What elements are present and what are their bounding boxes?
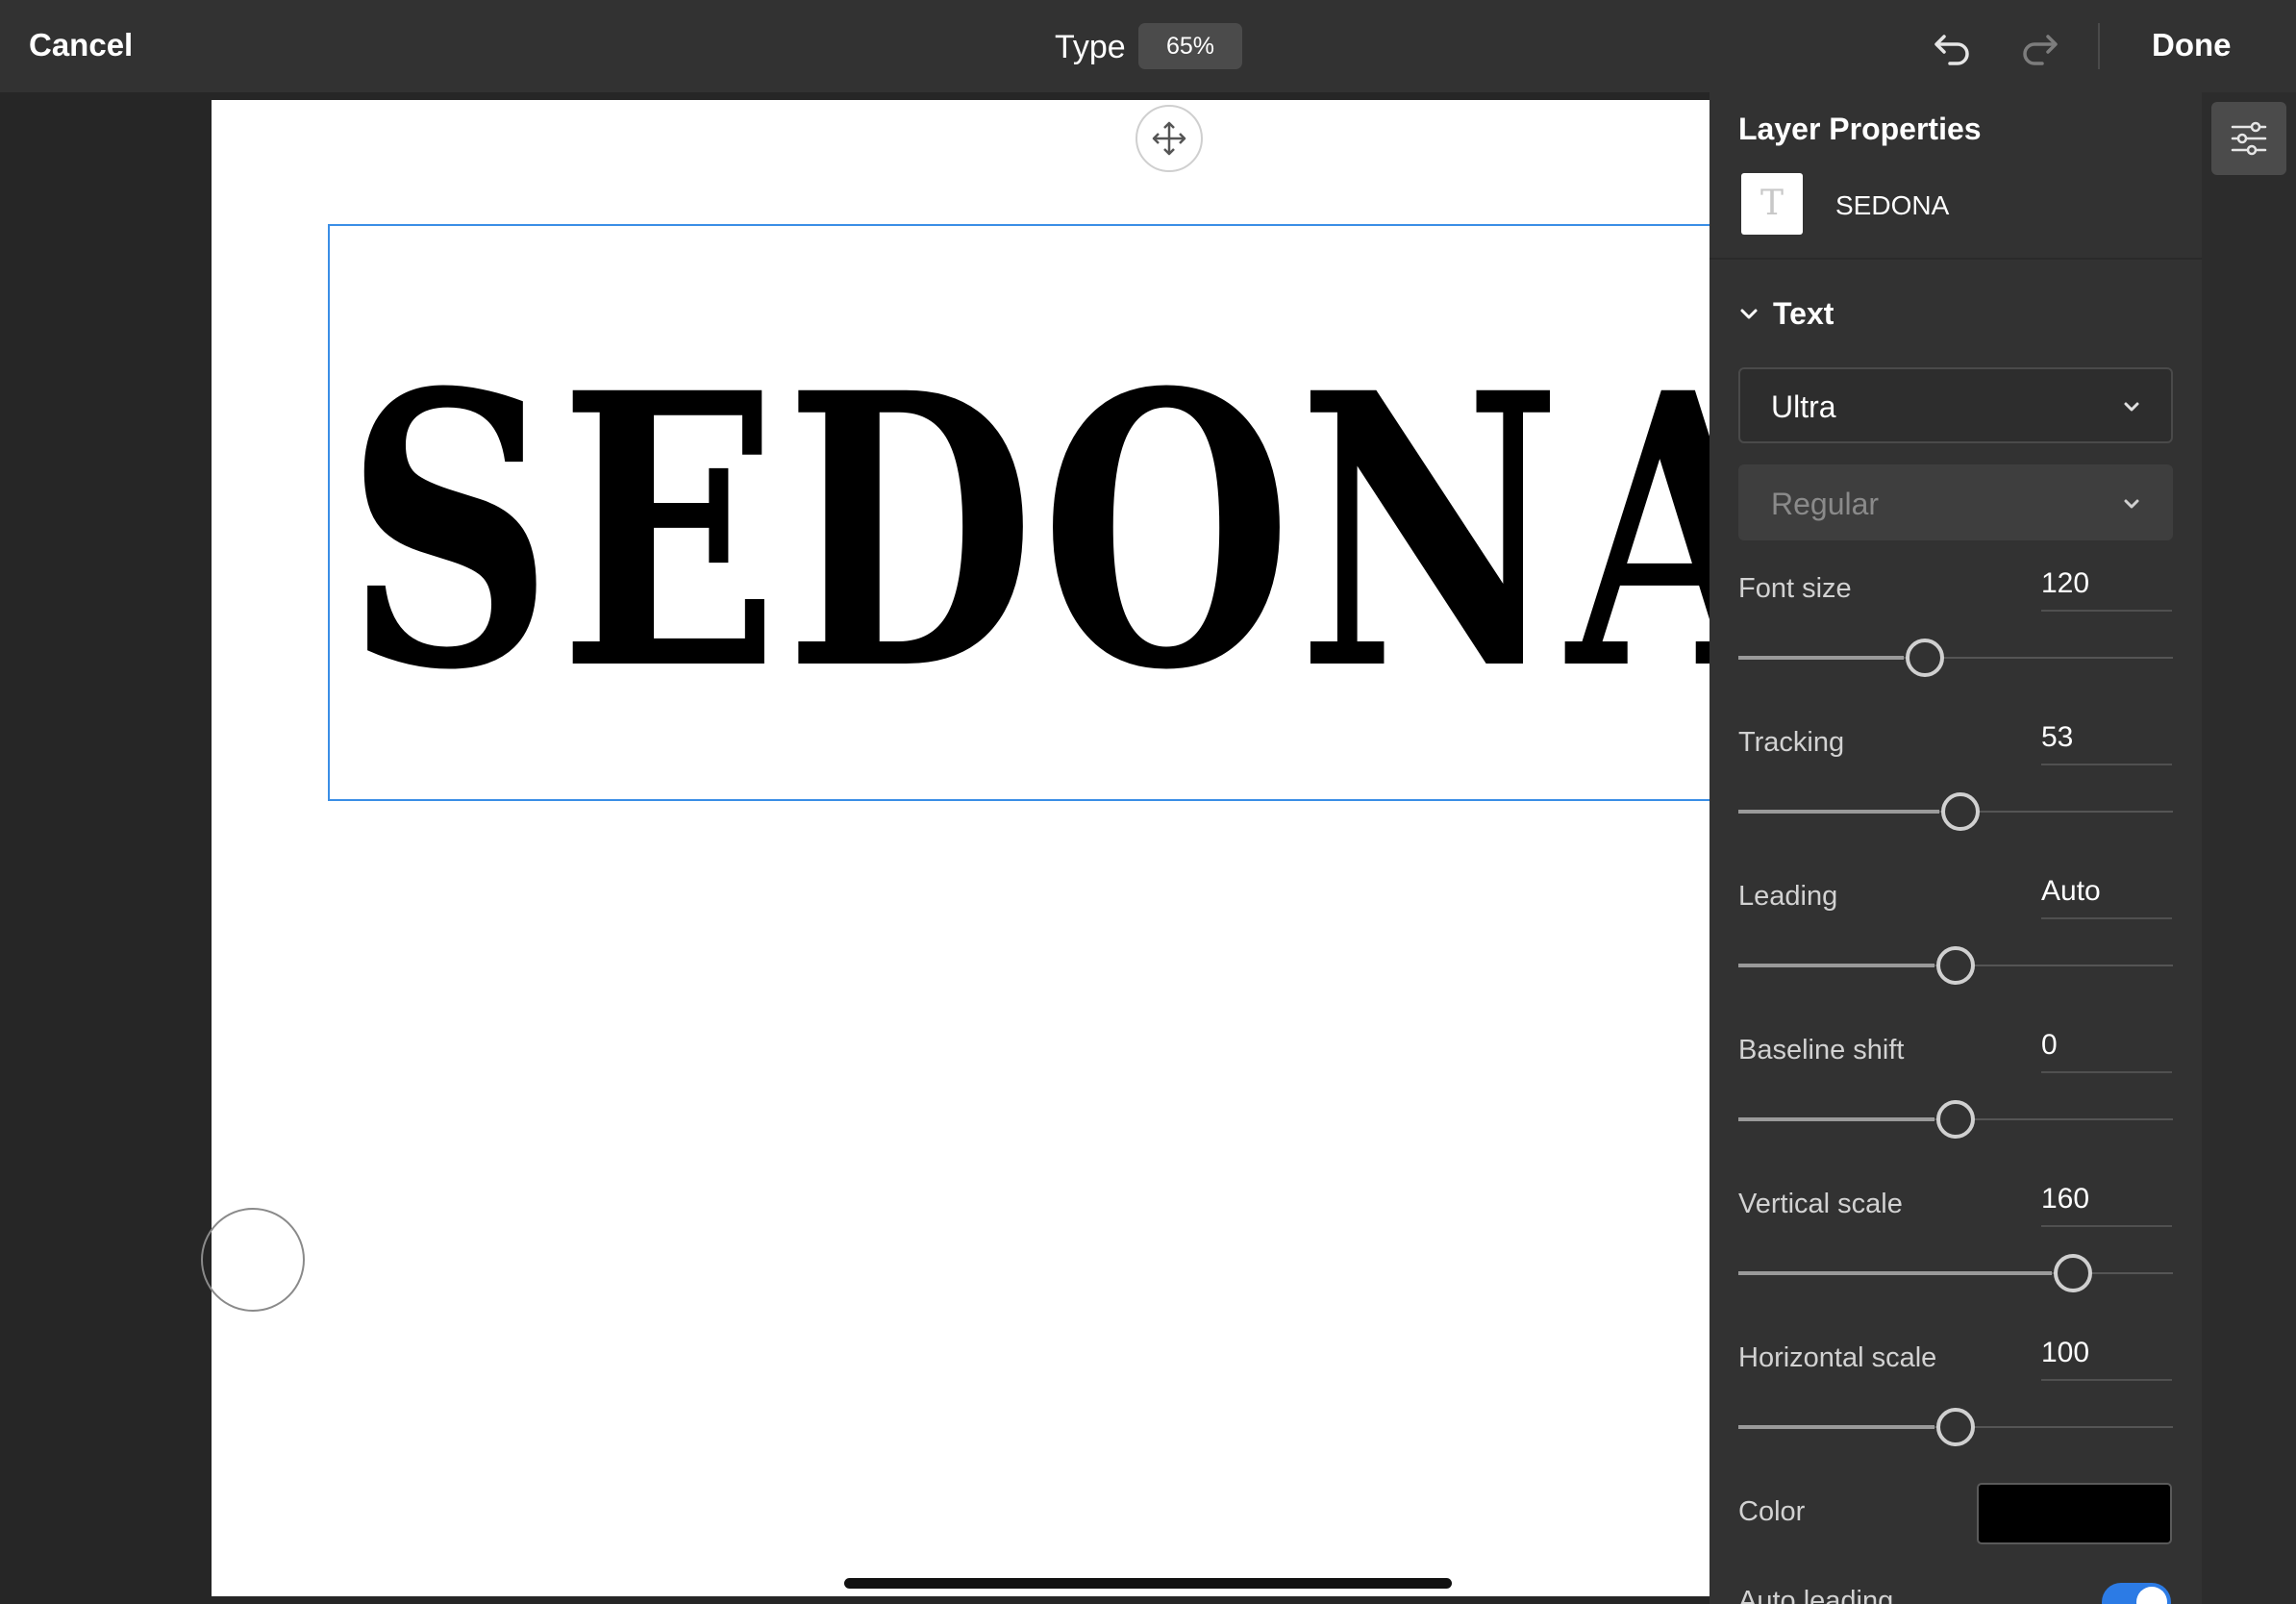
toggle-knob [2136,1587,2167,1604]
mode-title: Type [1055,29,1126,65]
slider-fill [1738,1425,1934,1429]
baseline-shift-field[interactable]: 0 [2041,1029,2172,1073]
layer-properties-panel: Layer Properties T SEDONA Text Ultra Reg… [1710,92,2202,1604]
chevron-down-icon [2124,402,2139,412]
chevron-down-icon [2124,499,2139,509]
cancel-button[interactable]: Cancel [29,27,133,63]
toolbar-divider [2098,23,2100,69]
slider-thumb[interactable] [1936,1408,1975,1446]
adjustments-icon [2231,121,2267,156]
leading-slider[interactable] [1738,946,2173,985]
move-icon [1152,121,1186,156]
home-indicator [844,1578,1452,1589]
vertical-scale-label: Vertical scale [1738,1189,1903,1219]
font-family-value: Ultra [1771,389,1836,424]
done-button[interactable]: Done [2152,27,2232,63]
text-layer-content: SEDONA [345,313,1710,753]
text-section-header[interactable]: Text [1773,296,1834,332]
layer-name: SEDONA [1835,190,1950,220]
vertical-scale-control: Vertical scale 160 [1710,1183,2202,1342]
text-layer[interactable]: SEDONA [330,226,1710,801]
font-family-dropdown[interactable]: Ultra [1738,367,2173,443]
chevron-down-icon[interactable] [1738,304,1759,325]
panel-divider [1710,258,2202,260]
text-layer-icon: T [1759,184,1784,223]
right-tool-strip [2202,92,2296,1604]
slider-thumb[interactable] [1906,639,1944,677]
tracking-label: Tracking [1738,727,1845,758]
auto-leading-label: Auto leading [1738,1586,1894,1604]
font-size-field[interactable]: 120 [2041,567,2172,612]
font-style-dropdown[interactable]: Regular [1738,464,2173,540]
horizontal-scale-field[interactable]: 100 [2041,1337,2172,1381]
move-handle[interactable] [1136,105,1203,172]
color-label: Color [1738,1496,1806,1527]
text-layer-bounding-box[interactable]: SEDONA [328,224,1710,801]
baseline-shift-label: Baseline shift [1738,1035,1905,1065]
slider-thumb[interactable] [1936,946,1975,985]
leading-field[interactable]: Auto [2041,875,2172,919]
horizontal-scale-control: Horizontal scale 100 [1710,1337,2202,1496]
font-size-label: Font size [1738,573,1852,604]
layer-thumbnail: T [1741,173,1803,235]
vertical-scale-field[interactable]: 160 [2041,1183,2172,1227]
horizontal-scale-slider[interactable] [1738,1408,2173,1446]
tracking-field[interactable]: 53 [2041,721,2172,765]
baseline-shift-control: Baseline shift 0 [1710,1029,2202,1189]
slider-thumb[interactable] [1936,1100,1975,1139]
font-size-slider[interactable] [1738,639,2173,677]
slider-fill [1738,1271,2052,1275]
leading-control: Leading Auto [1710,875,2202,1035]
color-swatch[interactable] [1977,1483,2172,1544]
font-size-control: Font size 120 [1710,567,2202,727]
zoom-level-badge[interactable]: 65% [1138,23,1242,69]
undo-icon[interactable] [1931,25,1975,69]
leading-label: Leading [1738,881,1838,912]
auto-leading-toggle[interactable] [2102,1583,2171,1604]
slider-thumb[interactable] [2054,1254,2092,1292]
slider-fill [1738,656,1904,660]
baseline-shift-slider[interactable] [1738,1100,2173,1139]
layer-properties-button[interactable] [2211,102,2286,175]
font-style-value: Regular [1771,487,1880,521]
slider-thumb[interactable] [1941,792,1980,831]
vertical-scale-slider[interactable] [1738,1254,2173,1292]
redo-icon[interactable] [2017,25,2061,69]
slider-fill [1738,810,1939,814]
tracking-slider[interactable] [1738,792,2173,831]
slider-fill [1738,1117,1934,1121]
panel-title: Layer Properties [1738,112,1982,146]
top-bar: Cancel Type 65% Done [0,0,2296,92]
horizontal-scale-label: Horizontal scale [1738,1342,1937,1373]
resize-handle[interactable] [201,1208,305,1312]
tracking-control: Tracking 53 [1710,721,2202,881]
slider-fill [1738,964,1934,967]
